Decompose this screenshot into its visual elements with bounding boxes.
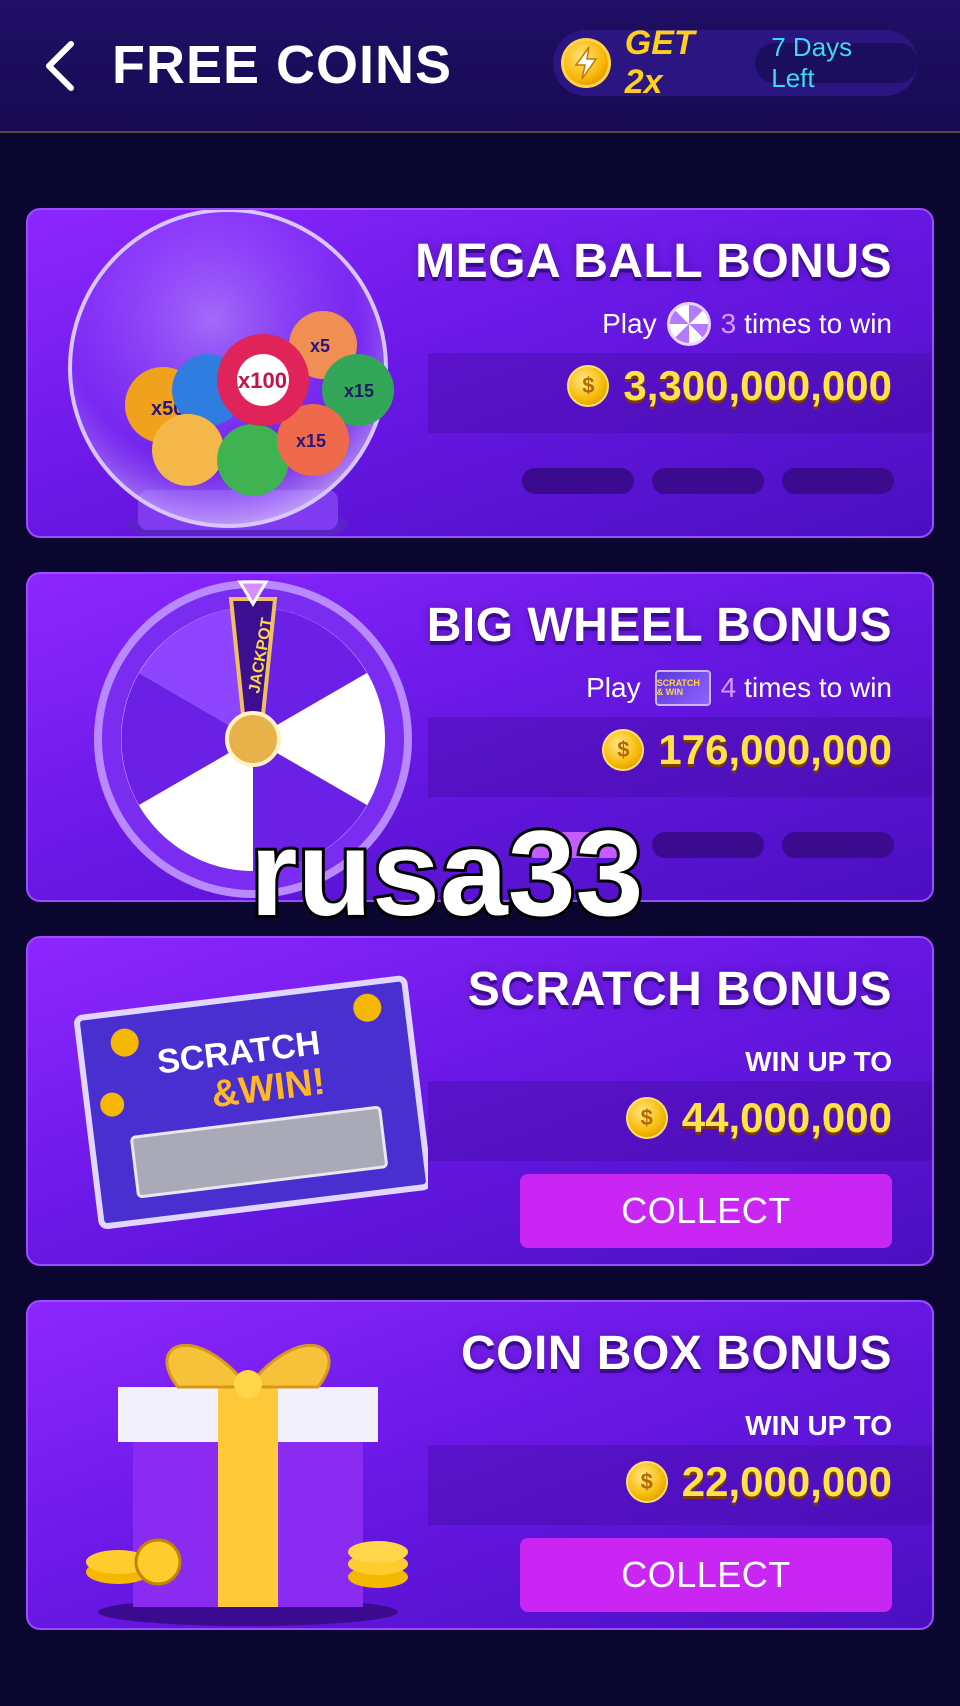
- coin-box-bonus-card[interactable]: COIN BOX BONUS WIN UP TO $ 22,000,000 CO…: [26, 1300, 934, 1630]
- double-coins-offer[interactable]: GET 2x 7 Days Left: [553, 24, 918, 101]
- collect-button[interactable]: COLLECT: [520, 1538, 892, 1612]
- gold-coin-icon: $: [625, 1461, 668, 1503]
- scratch-card-illustration: SCRATCH &WIN!: [74, 975, 428, 1230]
- progress-segment: [782, 832, 894, 858]
- gold-coin-icon: $: [567, 365, 610, 407]
- card-title: BIG WHEEL BONUS: [426, 599, 892, 652]
- svg-text:x100: x100: [238, 368, 287, 393]
- lottery-globe-illustration: x50 x5 x15 x15 x100: [68, 210, 394, 536]
- back-button[interactable]: [36, 36, 86, 96]
- boost-label: GET 2x: [624, 24, 695, 101]
- mini-scratch-icon: SCRATCH & WIN: [654, 670, 711, 706]
- play-requirement: Play SCRATCH & WIN 4 times to win: [586, 666, 892, 710]
- gift-box-illustration: [86, 1343, 408, 1626]
- scratch-bonus-card[interactable]: SCRATCH &WIN! SCRATCH BONUS WIN UP TO $ …: [26, 936, 934, 1266]
- page-title: FREE COINS: [112, 35, 453, 95]
- card-title: COIN BOX BONUS: [460, 1327, 892, 1380]
- svg-text:x5: x5: [310, 336, 330, 356]
- gold-coin-icon: $: [602, 729, 645, 771]
- svg-text:x15: x15: [344, 381, 374, 401]
- lightning-coin-icon: [561, 38, 611, 88]
- progress-segment: [522, 468, 634, 494]
- progress-tracker: [522, 468, 894, 494]
- prize-amount: $ 3,300,000,000: [567, 358, 892, 414]
- win-up-to-label: WIN UP TO: [745, 1046, 892, 1077]
- watermark-text: rusa33: [247, 805, 646, 941]
- prize-amount: $ 22,000,000: [625, 1454, 892, 1510]
- card-title: SCRATCH BONUS: [467, 963, 892, 1016]
- card-title: MEGA BALL BONUS: [415, 235, 892, 288]
- svg-text:x15: x15: [296, 431, 326, 451]
- progress-segment: [652, 468, 764, 494]
- top-bar: FREE COINS GET 2x 7 Days Left: [0, 0, 960, 133]
- progress-segment: [782, 468, 894, 494]
- play-requirement: Play 3 times to win: [602, 302, 892, 346]
- win-up-to-label: WIN UP TO: [745, 1410, 892, 1441]
- gold-coin-icon: $: [625, 1097, 668, 1139]
- chevron-left-icon: [46, 41, 74, 91]
- collect-button[interactable]: COLLECT: [520, 1174, 892, 1248]
- mini-wheel-icon: [666, 302, 711, 346]
- days-left-badge: 7 Days Left: [755, 32, 918, 93]
- prize-amount: $ 44,000,000: [625, 1090, 892, 1146]
- mega-ball-bonus-card[interactable]: x50 x5 x15 x15 x100 MEGA BALL BONUS Play…: [26, 208, 934, 538]
- prize-amount: $ 176,000,000: [602, 722, 892, 778]
